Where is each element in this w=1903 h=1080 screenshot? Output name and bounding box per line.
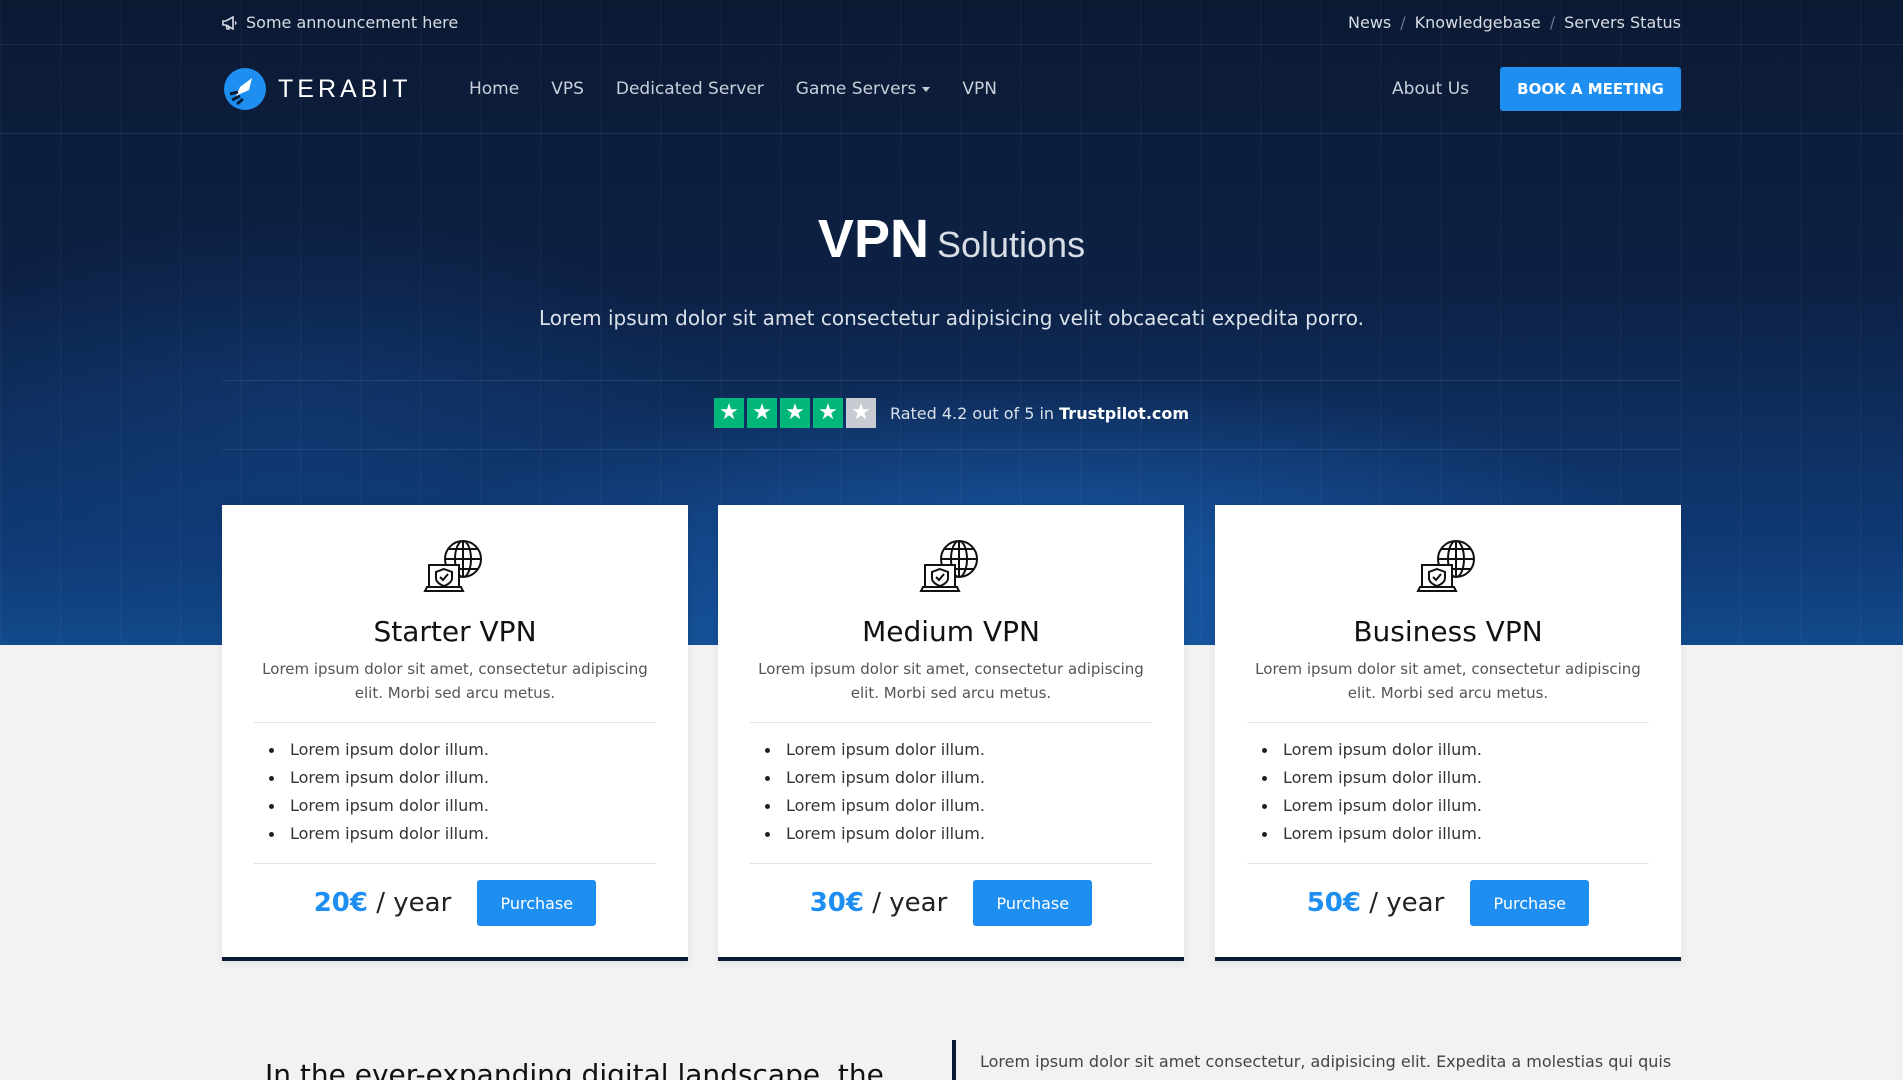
plan-price: 50€ / year (1307, 888, 1445, 918)
toplink-news[interactable]: News (1348, 13, 1391, 32)
plan-name: Starter VPN (373, 615, 537, 648)
plan-feature: Lorem ipsum dolor illum. (269, 796, 489, 824)
plan-price-period: / year (872, 888, 948, 918)
plan-price-amount: 50€ (1306, 888, 1361, 918)
plan-feature: Lorem ipsum dolor illum. (269, 768, 489, 796)
rating-text: Rated 4.2 out of 5 in Trustpilot.com (890, 404, 1189, 423)
plan-feature: Lorem ipsum dolor illum. (765, 768, 985, 796)
page-title-light: Solutions (936, 224, 1086, 265)
page-title-bold: VPN (817, 209, 929, 269)
toplink-servers-status[interactable]: Servers Status (1564, 13, 1681, 32)
main-nav: TERABIT Home VPS Dedicated Server Game S… (222, 45, 1681, 133)
star-empty-icon: ★ (845, 398, 876, 428)
plan-description: Lorem ipsum dolor sit amet, consectetur … (262, 660, 648, 702)
plan-features: Lorem ipsum dolor illum. Lorem ipsum dol… (269, 740, 489, 852)
plan-divider (254, 863, 656, 864)
plan-price: 20€ / year (314, 888, 452, 918)
section-heading: In the ever-expanding digital landscape,… (265, 1058, 884, 1080)
plan-feature: Lorem ipsum dolor illum. (765, 824, 985, 852)
plan-feature: Lorem ipsum dolor illum. (1262, 768, 1482, 796)
plan-feature: Lorem ipsum dolor illum. (1262, 796, 1482, 824)
plan-divider (750, 863, 1152, 864)
nav-item-dedicated-server[interactable]: Dedicated Server (616, 79, 764, 99)
book-meeting-button[interactable]: BOOK A MEETING (1500, 67, 1681, 111)
toplink-separator: / (1549, 12, 1556, 32)
purchase-button[interactable]: Purchase (1470, 880, 1590, 926)
plan-feature: Lorem ipsum dolor illum. (765, 796, 985, 824)
caret-down-icon (922, 86, 931, 92)
logo[interactable]: TERABIT (222, 66, 469, 112)
plan-price-row: 20€ / year Purchase (222, 880, 688, 926)
plan-features: Lorem ipsum dolor illum. Lorem ipsum dol… (765, 740, 985, 852)
nav-item-vpn[interactable]: VPN (962, 79, 997, 99)
plan-card-medium: Medium VPN Lorem ipsum dolor sit amet, c… (718, 505, 1184, 961)
plan-divider (1247, 863, 1649, 864)
star-icon: ★ (746, 398, 777, 428)
plan-icon-wrap (718, 535, 1184, 599)
nav-item-vps[interactable]: VPS (551, 79, 584, 99)
plan-price-row: 30€ / year Purchase (718, 880, 1184, 926)
hero-subtitle: Lorem ipsum dolor sit amet consectetur a… (538, 306, 1365, 330)
plan-description: Lorem ipsum dolor sit amet, consectetur … (1255, 660, 1641, 702)
plan-divider (750, 722, 1152, 723)
plan-features: Lorem ipsum dolor illum. Lorem ipsum dol… (1262, 740, 1482, 852)
quote-bar (952, 1040, 956, 1080)
announcement[interactable]: Some announcement here (222, 13, 458, 32)
plan-name: Medium VPN (862, 615, 1040, 648)
nav-item-home[interactable]: Home (469, 79, 519, 99)
nav-divider (0, 133, 1903, 134)
top-links: News / Knowledgebase / Servers Status (1348, 13, 1681, 32)
plan-card-starter: Starter VPN Lorem ipsum dolor sit amet, … (222, 505, 688, 961)
about-us-link[interactable]: About Us (1392, 79, 1469, 99)
purchase-button[interactable]: Purchase (477, 880, 597, 926)
plan-price-period: / year (376, 888, 452, 918)
logo-text: TERABIT (278, 74, 412, 103)
plan-price-period: / year (1369, 888, 1445, 918)
page-title: VPN Solutions (222, 208, 1681, 270)
globe-laptop-shield-icon (1416, 540, 1475, 592)
plan-card-business: Business VPN Lorem ipsum dolor sit amet,… (1215, 505, 1681, 961)
plan-feature: Lorem ipsum dolor illum. (269, 824, 489, 852)
announcement-text: Some announcement here (246, 12, 459, 32)
toplink-knowledgebase[interactable]: Knowledgebase (1415, 13, 1541, 32)
hero-divider-bottom (222, 449, 1681, 450)
plan-feature: Lorem ipsum dolor illum. (269, 740, 489, 768)
purchase-button[interactable]: Purchase (973, 880, 1093, 926)
rating-prefix: Rated 4.2 out of 5 in (889, 403, 1055, 423)
plan-name: Business VPN (1353, 615, 1543, 648)
rating-site[interactable]: Trustpilot.com (1059, 404, 1189, 423)
plan-feature: Lorem ipsum dolor illum. (765, 740, 985, 768)
hero-divider-top (222, 380, 1681, 381)
star-icon: ★ (713, 398, 744, 428)
plan-divider (254, 722, 656, 723)
plan-feature: Lorem ipsum dolor illum. (1262, 740, 1482, 768)
star-icon: ★ (812, 398, 843, 428)
plan-description: Lorem ipsum dolor sit amet, consectetur … (758, 660, 1144, 702)
nav-menu: Home VPS Dedicated Server Game Servers V… (469, 79, 997, 99)
nav-item-game-servers[interactable]: Game Servers (796, 79, 931, 99)
nav-right: About Us BOOK A MEETING (1392, 67, 1681, 111)
section-text: Lorem ipsum dolor sit amet consectetur, … (980, 1052, 1672, 1071)
top-bar: Some announcement here News / Knowledgeb… (222, 0, 1681, 44)
plan-icon-wrap (222, 535, 688, 599)
nav-item-game-servers-label: Game Servers (795, 79, 917, 99)
rating-stars: ★ ★ ★ ★ ★ (713, 398, 876, 428)
trustpilot-rating: ★ ★ ★ ★ ★ Rated 4.2 out of 5 in Trustpil… (222, 398, 1681, 428)
megaphone-icon (222, 15, 238, 30)
plan-divider (1247, 722, 1649, 723)
plan-feature: Lorem ipsum dolor illum. (1262, 824, 1482, 852)
plan-price: 30€ / year (810, 888, 948, 918)
plan-price-row: 50€ / year Purchase (1215, 880, 1681, 926)
globe-laptop-shield-icon (423, 540, 482, 592)
plan-price-amount: 30€ (809, 888, 864, 918)
plan-icon-wrap (1215, 535, 1681, 599)
star-icon: ★ (779, 398, 810, 428)
toplink-separator: / (1400, 12, 1406, 32)
globe-laptop-shield-icon (919, 540, 978, 592)
plan-price-amount: 20€ (313, 888, 368, 918)
rocket-logo-icon (222, 66, 268, 112)
